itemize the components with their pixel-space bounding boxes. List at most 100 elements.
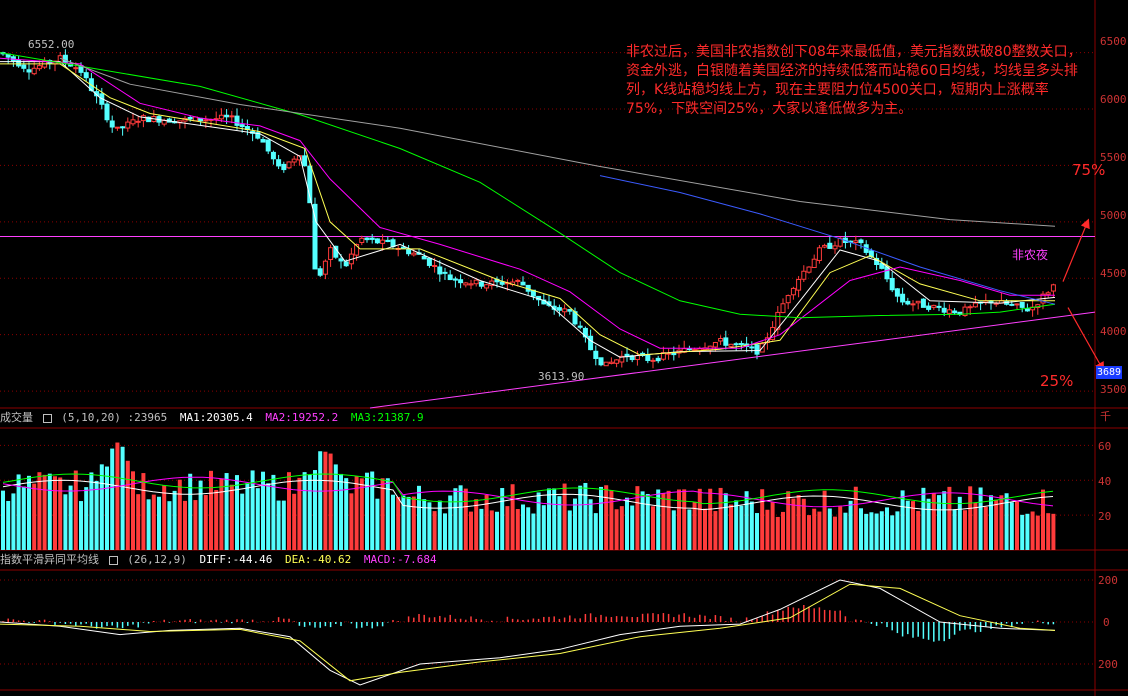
- volume-bar: [292, 493, 297, 550]
- volume-bar: [443, 513, 447, 550]
- volume-bar: [219, 478, 224, 550]
- candle-body: [328, 247, 334, 260]
- candle-body: [811, 258, 817, 269]
- price-tick: 3500: [1100, 383, 1127, 396]
- volume-bar: [573, 498, 577, 550]
- volume-bar: [619, 506, 624, 550]
- volume-bar: [765, 509, 770, 550]
- macd-toggle-icon[interactable]: [108, 555, 118, 565]
- candle-body: [468, 283, 474, 286]
- candle-body: [73, 67, 79, 70]
- volume-bar: [510, 484, 515, 550]
- candle-body: [608, 361, 614, 364]
- volume-bar: [463, 488, 468, 550]
- volume-bar: [812, 508, 817, 550]
- volume-bar: [68, 485, 73, 550]
- volume-bar: [276, 500, 281, 550]
- volume-bar: [333, 464, 338, 550]
- volume-bar: [531, 513, 536, 550]
- volume-bar: [697, 488, 702, 550]
- volume-bar: [53, 476, 57, 550]
- volume-bar: [791, 498, 796, 550]
- volume-bar: [469, 511, 473, 550]
- volume-bar: [843, 512, 848, 550]
- volume-bar: [640, 491, 645, 550]
- volume-bar: [853, 486, 858, 550]
- volume-bar: [458, 485, 463, 550]
- macd-panel[interactable]: [0, 579, 1056, 686]
- volume-bar: [781, 511, 785, 550]
- volume-bar: [411, 496, 416, 550]
- volume-bar: [235, 475, 239, 550]
- candle-body: [614, 359, 620, 364]
- price-tick: 5500: [1100, 151, 1127, 164]
- volume-bar: [583, 482, 588, 550]
- volume-bar: [729, 504, 733, 550]
- nonfarm-night-label: 非农夜: [1012, 248, 1049, 262]
- candle-body: [270, 151, 276, 160]
- volume-bar: [157, 496, 161, 550]
- volume-bar: [240, 493, 245, 550]
- volume-ma2: MA2:19252.2: [265, 411, 339, 424]
- volume-bar: [983, 506, 988, 550]
- volume-bar: [547, 488, 551, 550]
- candle-body: [858, 239, 864, 244]
- volume-bar: [760, 489, 765, 550]
- volume-bar: [677, 489, 681, 550]
- volume-bar: [380, 478, 385, 550]
- volume-bar: [552, 488, 557, 550]
- volume-bar: [453, 488, 458, 550]
- volume-bar: [359, 478, 364, 550]
- low-price-label: 3613.90: [538, 370, 585, 383]
- candle-body: [645, 354, 651, 361]
- volume-bar: [281, 500, 286, 550]
- volume-panel[interactable]: [1, 442, 1056, 550]
- volume-bar: [604, 485, 609, 550]
- candle-body: [1050, 284, 1056, 292]
- candle-body: [260, 138, 266, 143]
- volume-bar: [1035, 515, 1040, 550]
- candle-body: [125, 121, 131, 129]
- candle-body: [104, 103, 110, 121]
- candle-body: [239, 124, 245, 128]
- candle-body: [1009, 303, 1015, 306]
- volume-bar: [151, 494, 156, 550]
- volume-bar: [105, 466, 109, 550]
- candle-body: [302, 155, 308, 167]
- volume-bar: [734, 500, 739, 550]
- candle-body: [364, 237, 370, 241]
- volume-bar: [536, 492, 541, 550]
- volume-bar: [625, 497, 629, 550]
- volume-bar: [63, 494, 68, 550]
- volume-bar: [827, 508, 832, 550]
- volume-bar: [630, 505, 635, 550]
- volume-bar: [313, 470, 317, 550]
- volume-bar: [323, 451, 328, 550]
- candle-body: [785, 295, 791, 304]
- volume-bar: [588, 499, 593, 550]
- volume-header: 成交量 (5,10,20) :23965 MA1:20305.4 MA2:192…: [0, 411, 424, 424]
- volume-bar: [427, 502, 432, 550]
- macd-tick: 200: [1098, 574, 1118, 587]
- macd-header: 指数平滑异同平均线 (26,12,9) DIFF:-44.46 DEA:-40.…: [0, 553, 437, 566]
- volume-bar: [448, 495, 453, 550]
- volume-bar: [172, 490, 177, 550]
- volume-bar: [869, 512, 874, 550]
- candle-body: [603, 361, 609, 367]
- volume-bar: [879, 511, 884, 550]
- volume-toggle-icon[interactable]: [42, 413, 52, 423]
- volume-bar: [541, 505, 546, 550]
- volume-bar: [37, 472, 42, 550]
- volume-bar: [125, 460, 130, 550]
- volume-bar: [474, 499, 479, 550]
- volume-bar: [115, 442, 120, 550]
- candle-body: [822, 244, 828, 248]
- candle-body: [593, 350, 599, 359]
- volume-bar: [1030, 511, 1035, 550]
- volume-bar: [786, 491, 791, 550]
- candle-body: [26, 69, 32, 73]
- volume-bar: [6, 500, 11, 550]
- volume-bar: [1020, 514, 1025, 550]
- candle-body: [447, 274, 453, 281]
- candle-body: [390, 239, 396, 248]
